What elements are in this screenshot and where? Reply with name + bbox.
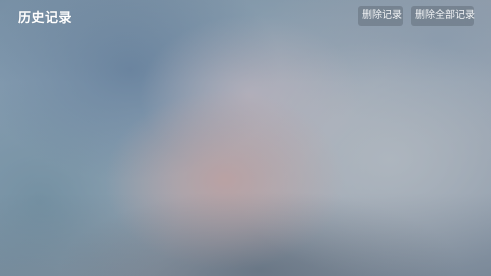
page-title: 历史记录 <box>18 11 73 26</box>
delete-record-button[interactable]: 删除记录 <box>358 6 403 26</box>
delete-all-records-button[interactable]: 删除全部记录 <box>411 6 475 26</box>
blurred-background <box>0 0 491 276</box>
